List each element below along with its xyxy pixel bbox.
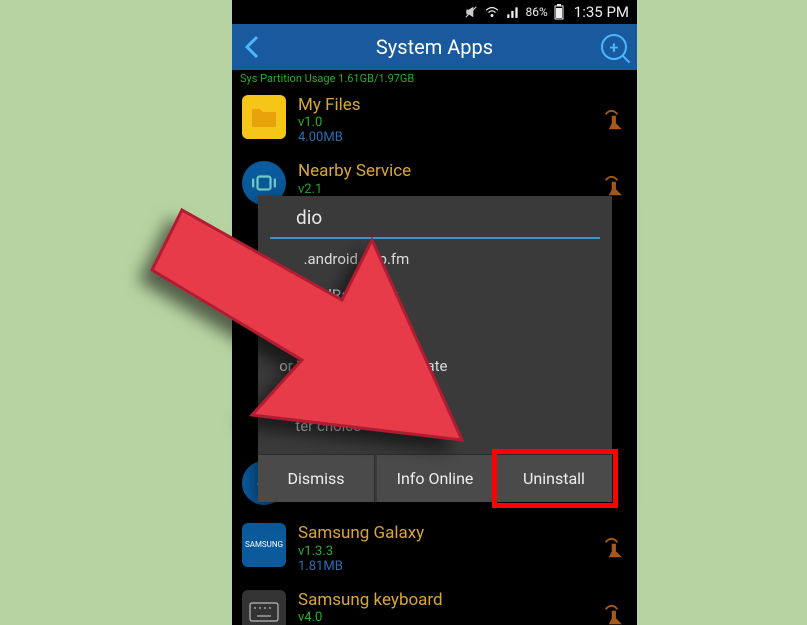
- dialog-body: com.android.app.fm n/HybridRadio.apk xxx…: [258, 249, 612, 454]
- zoom-plus-icon: +: [601, 34, 627, 60]
- gesture-icon: [601, 105, 629, 133]
- info-online-button[interactable]: Info Online: [377, 454, 494, 502]
- galaxy-icon: SAMSUNG: [242, 523, 286, 567]
- app-row-keyboard[interactable]: Samsung keyboard v4.0 8.81MB: [232, 582, 637, 625]
- dismiss-button[interactable]: Dismiss: [258, 454, 375, 502]
- app-name: Samsung keyboard: [298, 590, 627, 610]
- keyboard-icon: [242, 590, 286, 625]
- uninstall-button[interactable]: Uninstall: [496, 454, 612, 502]
- folder-icon: [242, 95, 286, 139]
- dialog-desc-line: for Volunteers to translate: [274, 356, 596, 378]
- clock-time: 1:35 PM: [574, 3, 629, 21]
- battery-icon: [554, 4, 564, 20]
- gesture-icon: [601, 600, 629, 625]
- dialog-desc-line: xxx only in Chinese: [274, 333, 596, 355]
- app-size: 4.00MB: [298, 130, 627, 145]
- dialog-actions: Dismiss Info Online Uninstall: [258, 454, 612, 502]
- dialog-desc-line: xxxx current ROM: [274, 392, 596, 414]
- dialog-package: com.android.app.fm: [274, 249, 596, 271]
- mute-icon: [464, 5, 478, 19]
- zoom-button[interactable]: +: [597, 30, 631, 64]
- signal-icon: [506, 5, 520, 19]
- status-bar: 86% 1:35 PM: [232, 0, 637, 24]
- app-name: My Files: [298, 95, 627, 115]
- app-row-galaxy[interactable]: SAMSUNG Samsung Galaxy v1.3.3 1.81MB: [232, 515, 637, 581]
- app-version: v4.0: [298, 610, 627, 625]
- app-info: Samsung keyboard v4.0 8.81MB: [298, 590, 627, 625]
- app-header: System Apps +: [232, 24, 637, 70]
- app-version: v2.1: [298, 182, 627, 197]
- app-name: Samsung Galaxy: [298, 523, 627, 543]
- header-title: System Apps: [232, 35, 637, 59]
- app-size: 1.81MB: [298, 559, 627, 574]
- app-version: v1.0: [298, 115, 627, 130]
- app-row-my-files[interactable]: My Files v1.0 4.00MB: [232, 87, 637, 153]
- app-detail-dialog: Radio com.android.app.fm n/HybridRadio.a…: [258, 196, 612, 502]
- app-info: Nearby Service v2.1: [298, 161, 627, 196]
- gesture-icon: [601, 533, 629, 561]
- dialog-apk-path: n/HybridRadio.apk: [274, 285, 596, 307]
- dialog-desc-line: better choice: [274, 416, 596, 438]
- partition-usage: Sys Partition Usage 1.61GB/1.97GB: [232, 70, 637, 87]
- app-info: My Files v1.0 4.00MB: [298, 95, 627, 145]
- app-info: Samsung Galaxy v1.3.3 1.81MB: [298, 523, 627, 573]
- app-name: Nearby Service: [298, 161, 627, 181]
- dialog-title: Radio: [258, 196, 612, 237]
- battery-percent: 86%: [526, 5, 548, 19]
- app-version: v1.3.3: [298, 544, 627, 559]
- dialog-divider: [270, 237, 600, 239]
- wifi-icon: [484, 5, 500, 19]
